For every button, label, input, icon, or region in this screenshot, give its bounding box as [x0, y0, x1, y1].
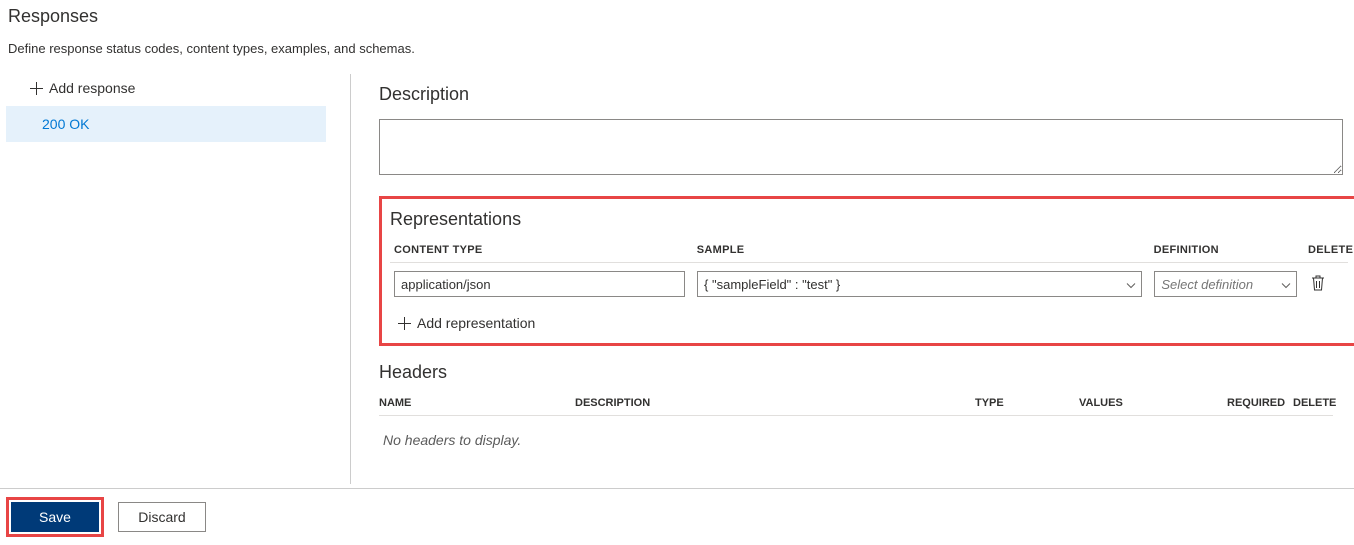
- plus-icon: [398, 317, 411, 330]
- footer-bar: Save Discard: [0, 488, 1354, 545]
- col-sample: SAMPLE: [697, 244, 1142, 256]
- hcol-required: REQUIRED: [1227, 397, 1293, 409]
- representations-heading: Representations: [390, 209, 1348, 230]
- response-item-200[interactable]: 200 OK: [6, 106, 326, 142]
- hcol-values: VALUES: [1079, 397, 1227, 409]
- hcol-description: DESCRIPTION: [575, 397, 975, 409]
- hcol-delete: DELETE: [1293, 397, 1333, 409]
- headers-heading: Headers: [379, 362, 1333, 383]
- col-content-type: CONTENT TYPE: [394, 244, 685, 256]
- description-textarea[interactable]: [379, 119, 1343, 175]
- headers-empty-message: No headers to display.: [379, 416, 1333, 448]
- col-delete: DELETE: [1308, 244, 1348, 256]
- save-highlight: Save: [6, 497, 104, 537]
- headers-header-row: NAME DESCRIPTION TYPE VALUES REQUIRED DE…: [379, 397, 1333, 416]
- responses-sidebar: Add response 200 OK: [6, 74, 351, 484]
- representations-header-row: CONTENT TYPE SAMPLE DEFINITION DELETE: [390, 244, 1348, 263]
- representations-highlight: Representations CONTENT TYPE SAMPLE DEFI…: [379, 196, 1354, 346]
- plus-icon: [30, 82, 43, 95]
- delete-representation-button[interactable]: [1309, 273, 1327, 296]
- add-response-button[interactable]: Add response: [6, 74, 350, 106]
- page-subtitle: Define response status codes, content ty…: [8, 41, 1354, 56]
- hcol-name: NAME: [379, 397, 575, 409]
- col-definition: DEFINITION: [1154, 244, 1296, 256]
- hcol-type: TYPE: [975, 397, 1079, 409]
- add-representation-button[interactable]: Add representation: [398, 315, 1348, 331]
- add-representation-label: Add representation: [417, 315, 535, 331]
- description-heading: Description: [379, 84, 1354, 105]
- representation-row: { "sampleField" : "test" } Select defini…: [390, 271, 1348, 297]
- definition-select[interactable]: Select definition: [1154, 271, 1297, 297]
- add-response-label: Add response: [49, 80, 135, 96]
- trash-icon: [1311, 275, 1325, 294]
- save-button[interactable]: Save: [11, 502, 99, 532]
- page-title: Responses: [8, 6, 1354, 27]
- content-type-input[interactable]: [394, 271, 685, 297]
- sample-select[interactable]: { "sampleField" : "test" }: [697, 271, 1142, 297]
- discard-button[interactable]: Discard: [118, 502, 206, 532]
